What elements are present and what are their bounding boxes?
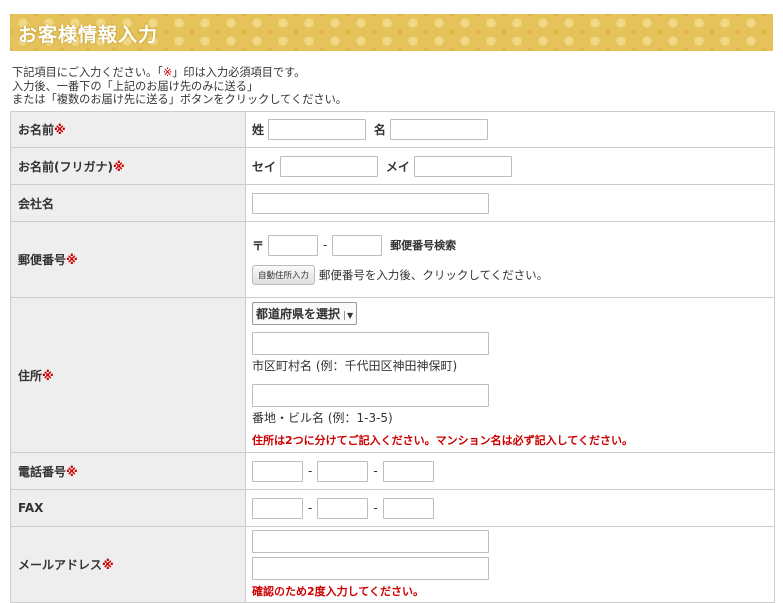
last-name-kana-input[interactable] xyxy=(280,155,379,177)
zip-input-1[interactable] xyxy=(268,234,319,256)
prefecture-line: 都道府県を選択 ▼ xyxy=(252,302,773,325)
required-mark: ※ xyxy=(162,66,173,79)
label-address-text: 住所 xyxy=(18,368,43,383)
label-email-text: メールアドレス xyxy=(18,558,103,572)
email-confirm-input[interactable] xyxy=(252,557,489,580)
field-name: 姓 名 xyxy=(245,111,775,148)
tel-dash: - xyxy=(373,464,378,478)
company-input[interactable] xyxy=(252,192,489,214)
zip-dash: - xyxy=(323,238,328,252)
city-hint: 市区町村名 (例：千代田区神田神保町) xyxy=(252,359,458,373)
field-zip: 〒 - 郵便番号検索 自動住所入力 郵便番号を入力後、クリックしてください。 xyxy=(245,221,775,298)
required-mark: ※ xyxy=(42,368,54,383)
street-input[interactable] xyxy=(252,384,489,407)
label-tel: 電話番号※ xyxy=(10,452,246,490)
required-mark: ※ xyxy=(66,253,78,267)
intro-line-1-prefix: 下記項目にご入力ください。「 xyxy=(12,66,163,79)
field-company xyxy=(245,184,775,222)
first-name-input[interactable] xyxy=(389,119,488,140)
fax-input-3[interactable] xyxy=(382,497,434,519)
row-zip: 郵便番号※ 〒 - 郵便番号検索 自動住所入力 郵便番号を入力後、クリックしてくだ… xyxy=(10,221,775,298)
email-input[interactable] xyxy=(252,530,489,553)
label-kana: お名前(フリガナ)※ xyxy=(10,147,246,185)
required-mark: ※ xyxy=(102,558,114,572)
intro-line-3: または「複数のお届け先に送る」ボタンをクリックしてください。 xyxy=(12,93,347,106)
label-company: 会社名 xyxy=(10,184,246,222)
city-input[interactable] xyxy=(252,332,489,355)
row-company: 会社名 xyxy=(10,184,775,222)
tel-input-3[interactable] xyxy=(382,460,434,482)
zip-search-link[interactable]: 郵便番号検索 xyxy=(390,237,456,253)
field-fax: -- xyxy=(245,489,775,527)
fax-input-1[interactable] xyxy=(252,497,303,519)
fax-dash: - xyxy=(308,501,313,515)
auto-address-button[interactable]: 自動住所入力 xyxy=(252,264,316,285)
row-kana: お名前(フリガナ)※ セイ メイ xyxy=(10,147,775,185)
intro-text: 下記項目にご入力ください。「※」印は入力必須項目です。 入力後、一番下の「上記の… xyxy=(12,66,347,107)
field-email: 確認のため2度入力してください。 xyxy=(245,526,775,603)
zip-auto-line: 自動住所入力 郵便番号を入力後、クリックしてください。 xyxy=(252,264,773,285)
mei-label: 名 xyxy=(373,123,386,137)
label-fax: FAX xyxy=(10,489,246,527)
row-address: 住所※ 都道府県を選択 ▼ 市区町村名 (例：千代田区神田神保町) 番地・ビル名 … xyxy=(10,297,775,453)
label-address: 住所※ xyxy=(10,297,246,453)
zip-input-line: 〒 - 郵便番号検索 xyxy=(252,234,773,256)
fax-input-2[interactable] xyxy=(317,497,369,519)
label-kana-text: お名前(フリガナ) xyxy=(18,159,113,174)
row-email: メールアドレス※ 確認のため2度入力してください。 xyxy=(10,526,775,603)
last-name-input[interactable] xyxy=(268,119,367,140)
address-note: 住所は2つに分けてご記入ください。マンション名は必ず記入してください。 xyxy=(252,434,633,447)
required-mark: ※ xyxy=(54,123,66,137)
label-zip: 郵便番号※ xyxy=(10,221,246,298)
sei-kana-label: セイ xyxy=(252,159,277,174)
label-email: メールアドレス※ xyxy=(10,526,246,603)
label-zip-text: 郵便番号 xyxy=(18,253,67,267)
field-address: 都道府県を選択 ▼ 市区町村名 (例：千代田区神田神保町) 番地・ビル名 (例：1… xyxy=(245,297,775,453)
label-name-text: お名前 xyxy=(18,123,55,137)
mei-kana-label: メイ xyxy=(385,159,410,174)
intro-line-1: 下記項目にご入力ください。「※」印は入力必須項目です。 xyxy=(12,66,347,80)
required-mark: ※ xyxy=(112,159,125,174)
prefecture-select[interactable]: 都道府県を選択 ▼ xyxy=(252,302,358,325)
customer-form-table: お名前※ 姓 名 お名前(フリガナ)※ セイ メイ 会社名 郵便番号※ 〒 - 郵… xyxy=(10,111,775,603)
email-note: 確認のため2度入力してください。 xyxy=(252,585,424,598)
prefecture-select-value: 都道府県を選択 xyxy=(256,307,341,321)
fax-dash: - xyxy=(373,501,378,515)
tel-dash: - xyxy=(308,464,313,478)
sei-label: 姓 xyxy=(252,123,265,137)
section-title: お客様情報入力 xyxy=(18,24,159,46)
label-tel-text: 電話番号 xyxy=(18,464,67,479)
dropdown-arrow-icon: ▼ xyxy=(344,311,354,320)
label-name: お名前※ xyxy=(10,111,246,148)
intro-line-1-suffix: 」印は入力必須項目です。 xyxy=(172,66,306,79)
field-tel: -- xyxy=(245,452,775,490)
section-header: お客様情報入力 xyxy=(10,14,773,51)
tel-input-1[interactable] xyxy=(252,460,303,482)
row-fax: FAX -- xyxy=(10,489,775,527)
zip-symbol: 〒 xyxy=(252,238,265,253)
auto-address-hint: 郵便番号を入力後、クリックしてください。 xyxy=(318,267,549,282)
required-mark: ※ xyxy=(66,464,78,479)
row-tel: 電話番号※ -- xyxy=(10,452,775,490)
row-name: お名前※ 姓 名 xyxy=(10,111,775,148)
first-name-kana-input[interactable] xyxy=(413,155,512,177)
intro-line-2: 入力後、一番下の「上記のお届け先のみに送る」 xyxy=(12,79,259,93)
street-hint: 番地・ビル名 (例：1-3-5) xyxy=(252,411,393,425)
field-kana: セイ メイ xyxy=(245,147,775,185)
zip-input-2[interactable] xyxy=(332,234,383,256)
tel-input-2[interactable] xyxy=(317,460,369,482)
